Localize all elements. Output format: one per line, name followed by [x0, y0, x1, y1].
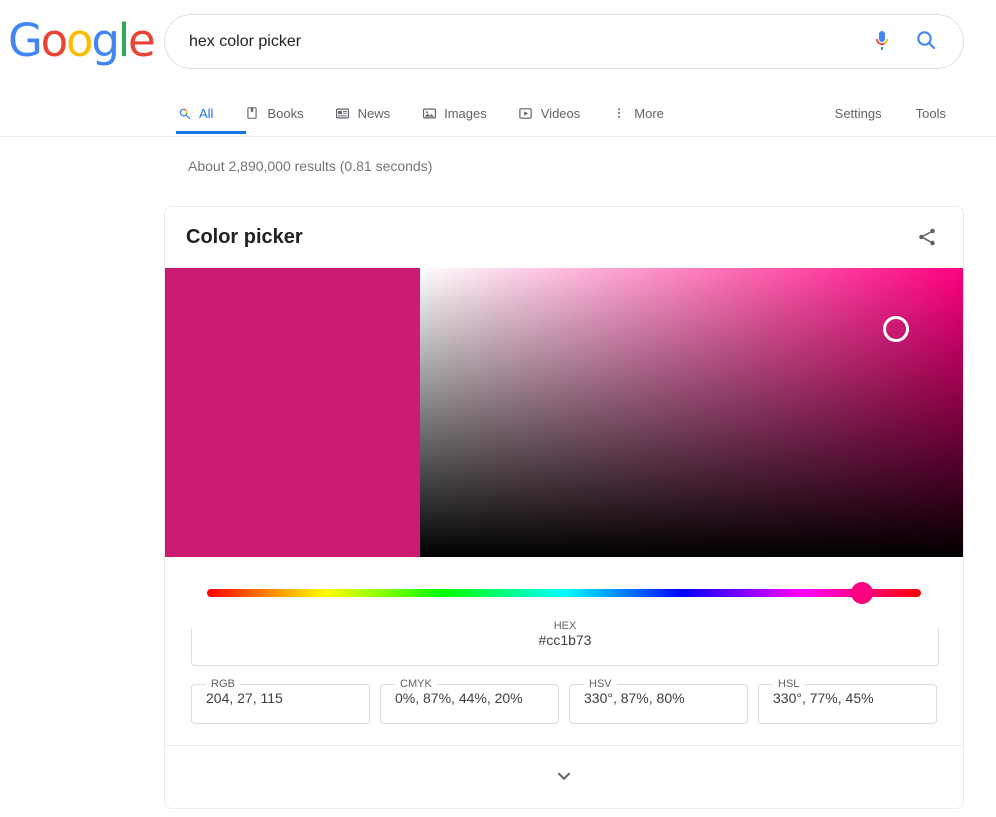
- hsv-field-value[interactable]: 330°, 87%, 80%: [570, 690, 747, 717]
- search-nav-tabs: All Books News Images Videos More Settin…: [0, 92, 996, 137]
- rgb-field-label: RGB: [211, 678, 235, 690]
- hue-slider-track[interactable]: [207, 589, 921, 597]
- book-icon: [244, 105, 260, 121]
- settings-link[interactable]: Settings: [835, 106, 882, 121]
- color-format-fields: RGB 204, 27, 115 CMYK 0%, 87%, 44%, 20% …: [191, 678, 937, 724]
- hue-slider-handle[interactable]: [850, 582, 873, 604]
- tab-videos-label: Videos: [540, 105, 581, 121]
- hsl-field[interactable]: HSL 330°, 77%, 45%: [758, 678, 937, 724]
- nav-right-links: Settings Tools: [801, 92, 996, 134]
- voice-search-button[interactable]: [861, 21, 903, 63]
- hsl-field-value[interactable]: 330°, 77%, 45%: [759, 690, 936, 717]
- video-icon: [518, 105, 534, 121]
- page-header: Google hex color picker All Books News I…: [0, 0, 996, 137]
- color-value-fields: HEX #cc1b73 RGB 204, 27, 115 CMYK 0%, 87…: [165, 606, 963, 724]
- logo-letter-l: l: [117, 14, 131, 67]
- tab-more[interactable]: More: [611, 92, 680, 134]
- logo-letter-g1: G: [8, 14, 43, 67]
- search-bar[interactable]: [164, 14, 964, 69]
- search-icon: [914, 28, 938, 55]
- tab-news-label: News: [357, 105, 391, 121]
- logo-letter-o2: o: [66, 14, 94, 67]
- tab-all-label: All: [199, 105, 214, 121]
- search-input[interactable]: [165, 15, 861, 68]
- rgb-field[interactable]: RGB 204, 27, 115: [191, 678, 370, 724]
- logo-letter-g2: g: [91, 14, 120, 67]
- search-submit-button[interactable]: [903, 19, 949, 65]
- color-picker-header: Color picker: [165, 207, 963, 268]
- page-title: Color picker: [186, 226, 303, 248]
- cmyk-field-label: CMYK: [400, 678, 432, 690]
- tab-news[interactable]: News: [335, 92, 407, 134]
- tab-books-label: Books: [267, 105, 304, 121]
- color-swatch-preview: [165, 268, 420, 557]
- news-icon: [335, 105, 351, 121]
- logo-letter-o1: o: [40, 14, 69, 67]
- google-search-results-page: Google hex color picker All Books News I…: [0, 0, 996, 817]
- hex-field[interactable]: HEX #cc1b73: [191, 620, 939, 666]
- color-picker-card: Color picker HEX #cc1b73 RGB 204, 27, 11…: [164, 206, 964, 809]
- share-button[interactable]: [913, 224, 941, 252]
- tab-videos[interactable]: Videos: [518, 92, 597, 134]
- microphone-icon: [870, 28, 894, 55]
- hsl-field-label: HSL: [778, 678, 800, 690]
- hsv-field-label: HSV: [589, 678, 612, 690]
- saturation-value-panel[interactable]: [420, 268, 963, 557]
- google-logo[interactable]: Google: [8, 18, 156, 63]
- chevron-down-icon: [553, 765, 575, 790]
- tab-images[interactable]: Images: [421, 92, 503, 134]
- tab-more-label: More: [634, 105, 664, 121]
- image-icon: [421, 105, 437, 121]
- hex-field-value[interactable]: #cc1b73: [192, 632, 938, 659]
- rgb-field-value[interactable]: 204, 27, 115: [192, 690, 369, 717]
- hex-field-label: HEX: [553, 620, 577, 632]
- color-selector-handle[interactable]: [882, 315, 909, 342]
- tab-books[interactable]: Books: [244, 92, 319, 134]
- color-preview-row: [165, 268, 963, 557]
- search-icon: [176, 105, 192, 121]
- tools-link[interactable]: Tools: [916, 106, 946, 121]
- nav-divider: [0, 136, 996, 137]
- hue-slider[interactable]: [207, 580, 921, 606]
- hsv-field[interactable]: HSV 330°, 87%, 80%: [569, 678, 748, 724]
- tab-list: All Books News Images Videos More: [176, 92, 695, 134]
- cmyk-field-value[interactable]: 0%, 87%, 44%, 20%: [381, 690, 558, 717]
- tab-images-label: Images: [444, 105, 487, 121]
- tab-all[interactable]: All: [176, 92, 247, 134]
- logo-letter-e: e: [128, 14, 156, 67]
- cmyk-field[interactable]: CMYK 0%, 87%, 44%, 20%: [380, 678, 559, 724]
- result-stats: About 2,890,000 results (0.81 seconds): [188, 158, 433, 174]
- expand-card-button[interactable]: [165, 746, 963, 808]
- more-vertical-icon: [611, 105, 627, 121]
- share-icon: [916, 226, 938, 251]
- value-gradient-layer: [420, 268, 963, 557]
